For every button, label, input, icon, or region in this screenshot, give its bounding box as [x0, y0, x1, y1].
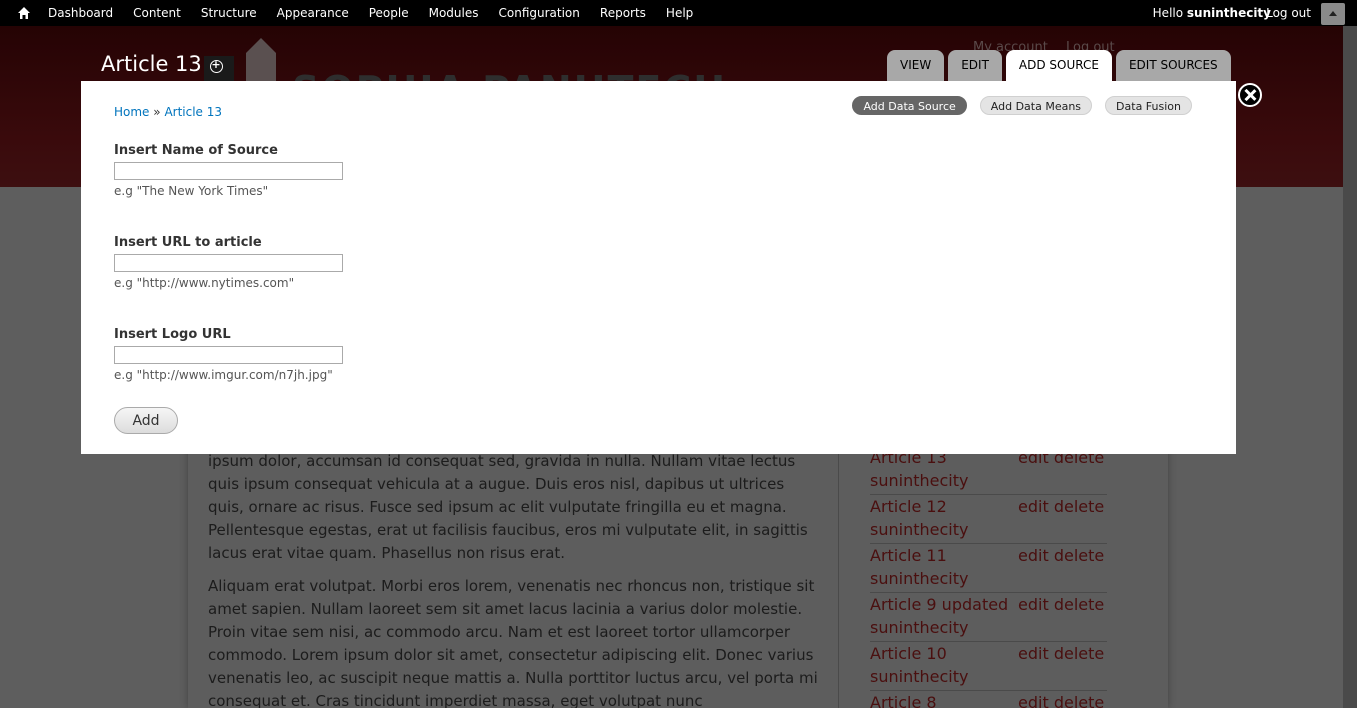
tab-view[interactable]: View: [887, 50, 945, 81]
toolbar-item-structure[interactable]: Structure: [191, 0, 267, 26]
toolbar-toggle-icon[interactable]: [1321, 3, 1345, 25]
user-greeting: Hello suninthecity: [1153, 0, 1271, 26]
toolbar-item-help[interactable]: Help: [656, 0, 703, 26]
article-link[interactable]: Article 9 updated: [870, 593, 1008, 616]
toolbar-item-dashboard[interactable]: Dashboard: [38, 0, 123, 26]
list-item: Article 11 suninthecity edit delete: [870, 544, 1107, 593]
article-link[interactable]: Article 8: [870, 691, 937, 708]
author-link[interactable]: suninthecity: [870, 518, 968, 541]
username-link[interactable]: suninthecity: [1187, 6, 1271, 20]
add-data-source-button[interactable]: Add Data Source: [852, 96, 967, 115]
edit-link[interactable]: edit: [1018, 693, 1049, 708]
data-fusion-button[interactable]: Data Fusion: [1105, 96, 1192, 115]
admin-toolbar: Dashboard Content Structure Appearance P…: [0, 0, 1357, 26]
article-url-hint: e.g "http://www.nytimes.com": [114, 276, 295, 290]
overlay-tabs: View Edit Add source Edit sources: [887, 50, 1231, 81]
delete-link[interactable]: delete: [1054, 546, 1104, 565]
edit-link[interactable]: edit: [1018, 595, 1049, 614]
add-source-modal: Home » Article 13 Add Data Source Add Da…: [81, 81, 1236, 454]
edit-link[interactable]: edit: [1018, 546, 1049, 565]
toolbar-item-configuration[interactable]: Configuration: [489, 0, 590, 26]
delete-link[interactable]: delete: [1054, 693, 1104, 708]
source-name-label: Insert Name of Source: [114, 143, 278, 158]
toolbar-item-modules[interactable]: Modules: [419, 0, 489, 26]
article-url-input[interactable]: [114, 254, 343, 272]
breadcrumb-separator: »: [153, 105, 161, 119]
article-paragraph: ipsum dolor, accumsan id consequat sed, …: [208, 452, 808, 562]
edit-link[interactable]: edit: [1018, 497, 1049, 516]
logout-link[interactable]: Log out: [1266, 0, 1311, 26]
logo-url-input[interactable]: [114, 346, 343, 364]
tab-edit-sources[interactable]: Edit sources: [1115, 50, 1231, 81]
add-button[interactable]: Add: [114, 407, 178, 434]
row-actions: edit delete: [1018, 495, 1104, 518]
source-name-input[interactable]: [114, 162, 343, 180]
article-body: ipsum dolor, accumsan id consequat sed, …: [208, 450, 818, 708]
list-item: Article 12 suninthecity edit delete: [870, 495, 1107, 544]
article-link[interactable]: Article 10: [870, 642, 947, 665]
toolbar-item-reports[interactable]: Reports: [590, 0, 656, 26]
logo-url-label: Insert Logo URL: [114, 327, 231, 342]
row-actions: edit delete: [1018, 691, 1104, 708]
source-name-field: Insert Name of Source e.g "The New York …: [114, 143, 343, 198]
breadcrumb-home[interactable]: Home: [114, 105, 149, 119]
article-link[interactable]: Article 11: [870, 544, 947, 567]
list-item: Article 10 suninthecity edit delete: [870, 642, 1107, 691]
home-icon[interactable]: [16, 5, 32, 21]
delete-link[interactable]: delete: [1054, 497, 1104, 516]
article-link[interactable]: Article 12: [870, 495, 947, 518]
article-paragraph: Aliquam erat volutpat. Morbi eros lorem,…: [208, 577, 818, 708]
delete-link[interactable]: delete: [1054, 595, 1104, 614]
source-actions: Add Data Source Add Data Means Data Fusi…: [852, 96, 1192, 115]
add-data-means-button[interactable]: Add Data Means: [979, 96, 1093, 115]
toolbar-item-people[interactable]: People: [359, 0, 419, 26]
list-item: Article 8 edit delete: [870, 691, 1107, 708]
tab-add-source[interactable]: Add source: [1005, 50, 1112, 81]
article-url-field: Insert URL to article e.g "http://www.ny…: [114, 235, 343, 290]
article-url-label: Insert URL to article: [114, 235, 262, 250]
delete-link[interactable]: delete: [1054, 644, 1104, 663]
page-scrollbar[interactable]: [1343, 26, 1357, 708]
toolbar-menu: Dashboard Content Structure Appearance P…: [38, 0, 703, 26]
row-actions: edit delete: [1018, 593, 1104, 616]
tab-edit[interactable]: Edit: [948, 50, 1002, 81]
greeting-text: Hello: [1152, 6, 1184, 20]
list-item: Article 9 updated suninthecity edit dele…: [870, 593, 1107, 642]
toolbar-item-content[interactable]: Content: [123, 0, 191, 26]
author-link[interactable]: suninthecity: [870, 567, 968, 590]
logo-url-field: Insert Logo URL e.g "http://www.imgur.co…: [114, 327, 343, 382]
add-shortcut-icon[interactable]: [204, 56, 234, 82]
breadcrumb-current[interactable]: Article 13: [164, 105, 222, 119]
author-link[interactable]: suninthecity: [870, 665, 968, 688]
author-link[interactable]: suninthecity: [870, 469, 968, 492]
toolbar-item-appearance[interactable]: Appearance: [267, 0, 359, 26]
article-list: Article 13 suninthecity edit delete Arti…: [870, 446, 1107, 708]
page-title: Article 13: [101, 52, 202, 76]
row-actions: edit delete: [1018, 642, 1104, 665]
row-actions: edit delete: [1018, 544, 1104, 567]
source-name-hint: e.g "The New York Times": [114, 184, 269, 198]
logo-url-hint: e.g "http://www.imgur.com/n7jh.jpg": [114, 368, 333, 382]
edit-link[interactable]: edit: [1018, 644, 1049, 663]
author-link[interactable]: suninthecity: [870, 616, 968, 639]
close-icon[interactable]: [1238, 83, 1262, 107]
breadcrumb: Home » Article 13: [114, 105, 222, 119]
sidebar-divider: [838, 450, 839, 708]
